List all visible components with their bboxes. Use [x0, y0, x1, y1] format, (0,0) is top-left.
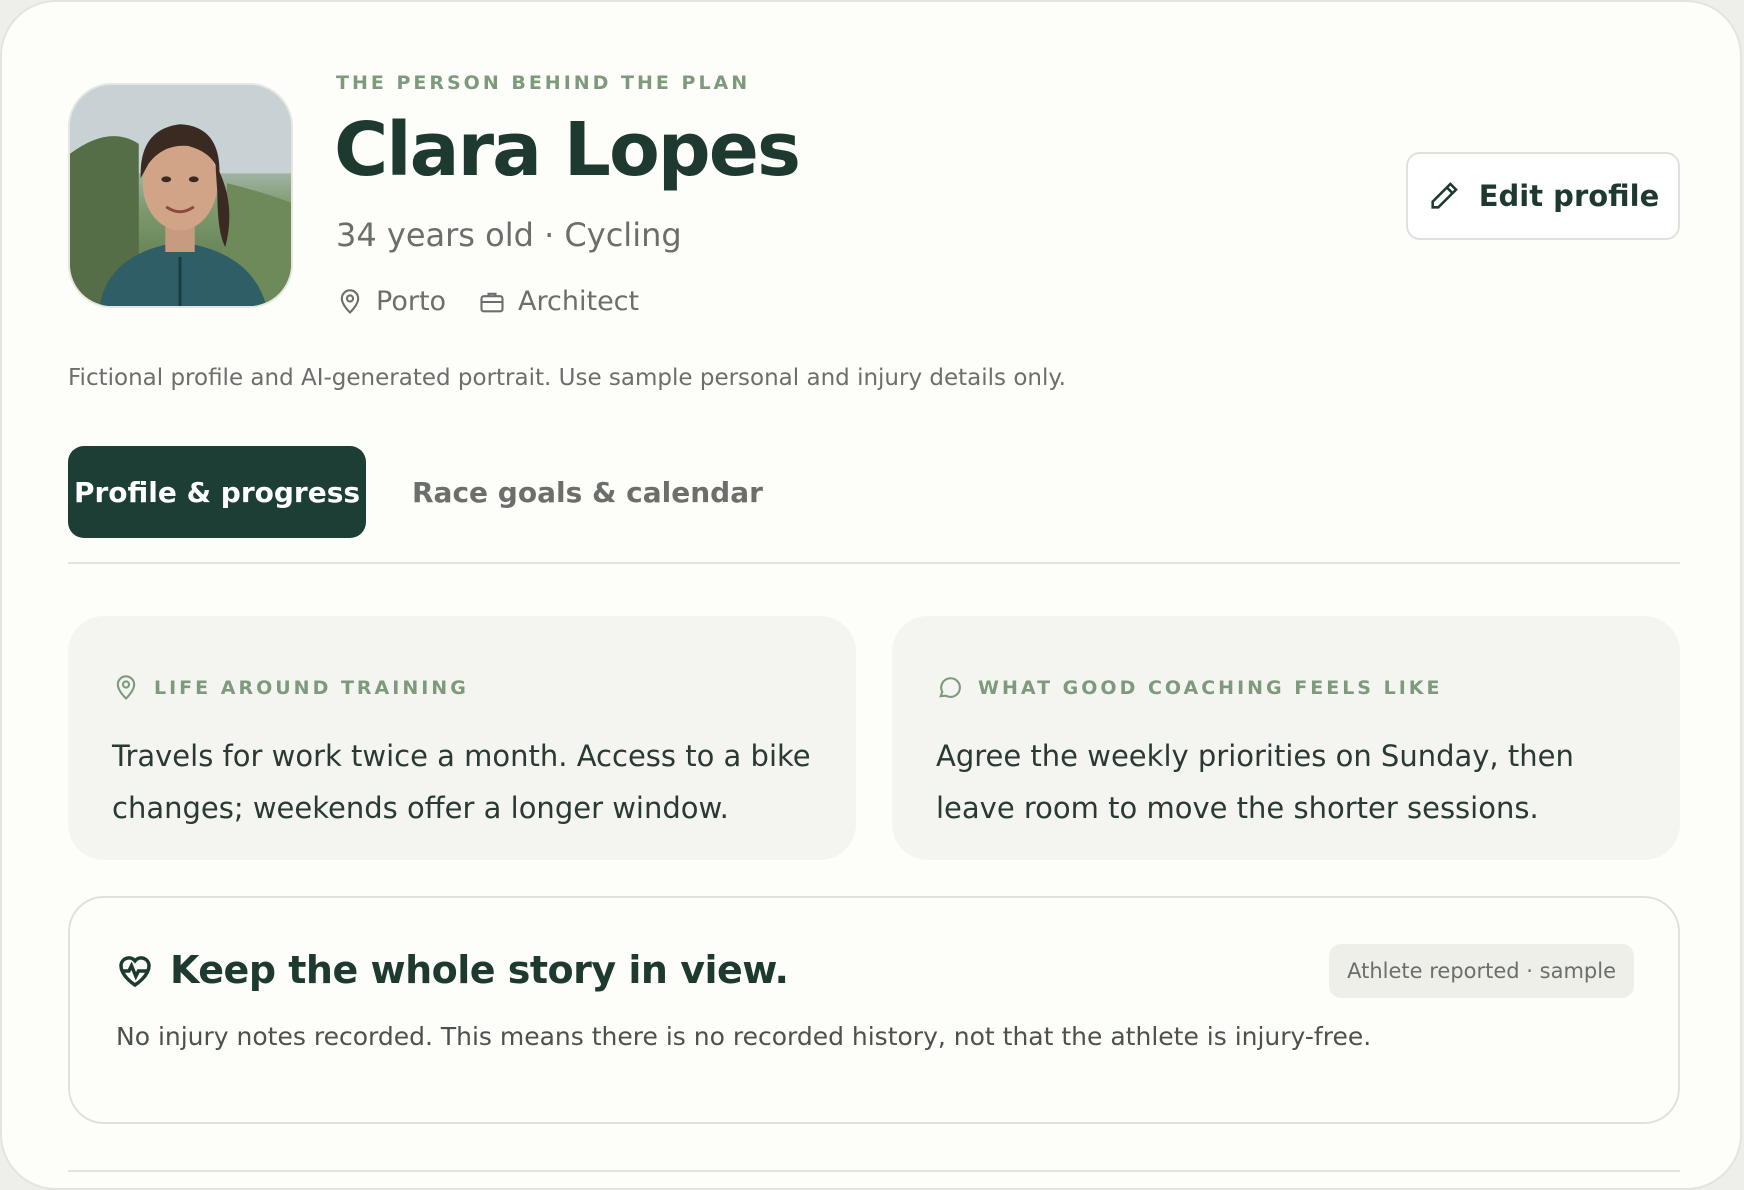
- tab-label: Profile & progress: [73, 475, 361, 509]
- tabs-divider: [68, 562, 1680, 564]
- avatar: [68, 83, 293, 308]
- profile-eyebrow: THE PERSON BEHIND THE PLAN: [336, 72, 751, 94]
- disclaimer-text: Fictional profile and AI-generated portr…: [68, 365, 1066, 391]
- story-text: No injury notes recorded. This means the…: [116, 1022, 1372, 1051]
- status-badge: Athlete reported · sample: [1329, 944, 1634, 998]
- heart-pulse-icon: [119, 956, 151, 988]
- injury-story-card: Keep the whole story in view. Athlete re…: [68, 896, 1680, 1124]
- tab-race-goals[interactable]: Race goals & calendar: [412, 446, 763, 538]
- card-label: WHAT GOOD COACHING FEELS LIKE: [936, 674, 1636, 702]
- edit-profile-button[interactable]: Edit profile: [1406, 152, 1680, 240]
- pencil-icon: [1431, 182, 1458, 209]
- portrait-image: [70, 85, 291, 306]
- tab-profile-progress[interactable]: Profile & progress: [68, 446, 366, 538]
- card-label-text: WHAT GOOD COACHING FEELS LIKE: [978, 677, 1443, 699]
- card-label-text: LIFE AROUND TRAINING: [154, 677, 469, 699]
- map-pin-icon: [116, 675, 136, 700]
- athlete-subline: 34 years old · Cycling: [336, 216, 682, 254]
- card-label: LIFE AROUND TRAINING: [112, 674, 812, 702]
- location-item: Porto: [336, 286, 446, 317]
- story-title: Keep the whole story in view.: [170, 948, 789, 992]
- card-text: Travels for work twice a month. Access t…: [112, 739, 811, 825]
- life-around-training-card: LIFE AROUND TRAINING Travels for work tw…: [68, 616, 856, 860]
- chat-bubble-icon: [939, 677, 961, 698]
- map-pin-icon: [340, 288, 360, 314]
- occupation-item: Architect: [478, 286, 639, 317]
- coaching-preferences-card: WHAT GOOD COACHING FEELS LIKE Agree the …: [892, 616, 1680, 860]
- tab-label: Race goals & calendar: [412, 475, 763, 509]
- location-text: Porto: [376, 286, 447, 317]
- athlete-name: Clara Lopes: [334, 107, 801, 193]
- edit-profile-label: Edit profile: [1478, 179, 1660, 213]
- profile-panel: THE PERSON BEHIND THE PLAN Clara Lopes 3…: [0, 0, 1742, 1190]
- card-text: Agree the weekly priorities on Sunday, t…: [936, 739, 1574, 825]
- briefcase-icon: [480, 292, 504, 312]
- occupation-text: Architect: [518, 286, 640, 317]
- athlete-meta: Porto Architect: [336, 286, 659, 317]
